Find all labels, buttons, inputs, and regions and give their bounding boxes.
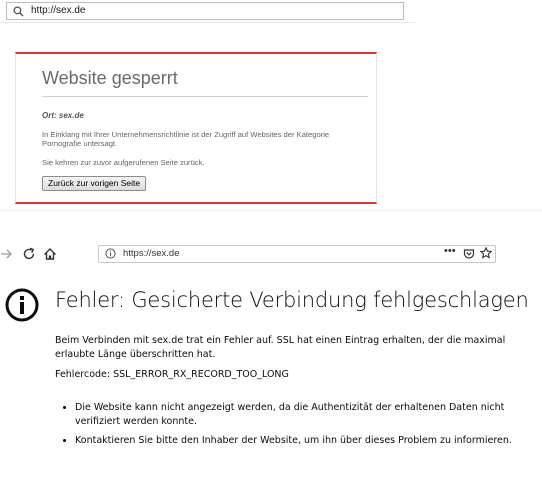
- page-actions-menu-icon[interactable]: •••: [444, 245, 456, 257]
- navigation-toolbar: https://sex.de •••: [0, 240, 542, 268]
- address-bar-url: http://sex.de: [31, 5, 86, 16]
- error-info-icon: [5, 288, 39, 322]
- url-text: https://sex.de: [123, 248, 180, 259]
- address-bar[interactable]: http://sex.de: [6, 2, 404, 20]
- error-description: Beim Verbinden mit sex.de trat ein Fehle…: [55, 335, 506, 360]
- back-button[interactable]: Zurück zur vorigen Seite: [42, 176, 147, 191]
- blocked-page-screenshot: http://sex.de Website gesperrt Ort: sex.…: [0, 0, 430, 210]
- list-item: Die Website kann nicht angezeigt werden,…: [75, 401, 540, 429]
- error-title: Fehler: Gesicherte Verbindung fehlgeschl…: [55, 288, 529, 312]
- list-item: Kontaktieren Sie bitte den Inhaber der W…: [75, 434, 540, 448]
- home-icon[interactable]: [43, 247, 57, 261]
- title-divider: [42, 96, 368, 97]
- block-title: Website gesperrt: [42, 68, 178, 88]
- block-notice-card: Website gesperrt Ort: sex.de In Einklang…: [15, 52, 377, 204]
- block-return-text: Sie kehren zur zuvor aufgerufenen Seite …: [42, 158, 205, 167]
- search-icon: [13, 6, 24, 17]
- block-location: Ort: sex.de: [42, 111, 84, 120]
- info-icon[interactable]: [105, 248, 116, 259]
- screenshot-separator: [0, 210, 542, 211]
- reload-icon[interactable]: [22, 247, 36, 261]
- firefox-error-screenshot: https://sex.de ••• Fehler: Gesicherte Ve…: [0, 240, 542, 480]
- error-code: Fehlercode: SSL_ERROR_RX_RECORD_TOO_LONG: [55, 369, 289, 380]
- url-bar[interactable]: https://sex.de •••: [98, 245, 496, 263]
- block-description: In Einklang mit Ihrer Unternehmensrichtl…: [42, 130, 330, 148]
- pocket-icon[interactable]: [463, 248, 475, 260]
- toolbar-divider: [0, 22, 415, 23]
- bookmark-star-icon[interactable]: [480, 247, 492, 259]
- error-advice-list: Die Website kann nicht angezeigt werden,…: [55, 401, 540, 453]
- forward-arrow-icon[interactable]: [0, 247, 14, 261]
